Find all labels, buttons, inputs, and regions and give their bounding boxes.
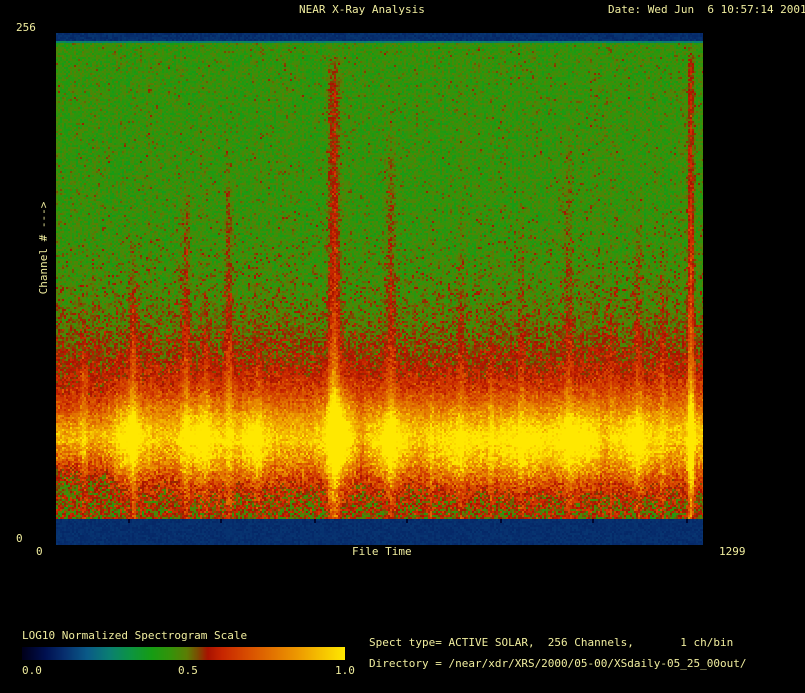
colorbar-tick-mid: 0.5 [178,665,198,677]
near-xray-window: NEAR X-Ray Analysis Date: Wed Jun 6 10:5… [0,0,805,693]
date-label: Date: Wed Jun 6 10:57:14 2001 [608,4,805,16]
colorbar-tick-min: 0.0 [22,665,42,677]
y-axis-min-label: 0 [16,533,23,545]
y-axis-max-label: 256 [16,22,36,34]
directory-line: Directory = /near/xdr/XRS/2000/05-00/XSd… [369,658,747,670]
colorbar-gradient [22,647,345,660]
spect-type-line: Spect type= ACTIVE SOLAR, 256 Channels, … [369,637,733,649]
page-title: NEAR X-Ray Analysis [299,4,425,16]
x-axis-min-label: 0 [36,546,43,558]
x-axis-max-label: 1299 [719,546,746,558]
spectrogram-heatmap [56,33,703,545]
legend-title: LOG10 Normalized Spectrogram Scale [22,630,247,642]
colorbar-tick-max: 1.0 [335,665,355,677]
x-axis-title: File Time [352,546,412,558]
y-axis-title: Channel # ---> [38,202,50,295]
